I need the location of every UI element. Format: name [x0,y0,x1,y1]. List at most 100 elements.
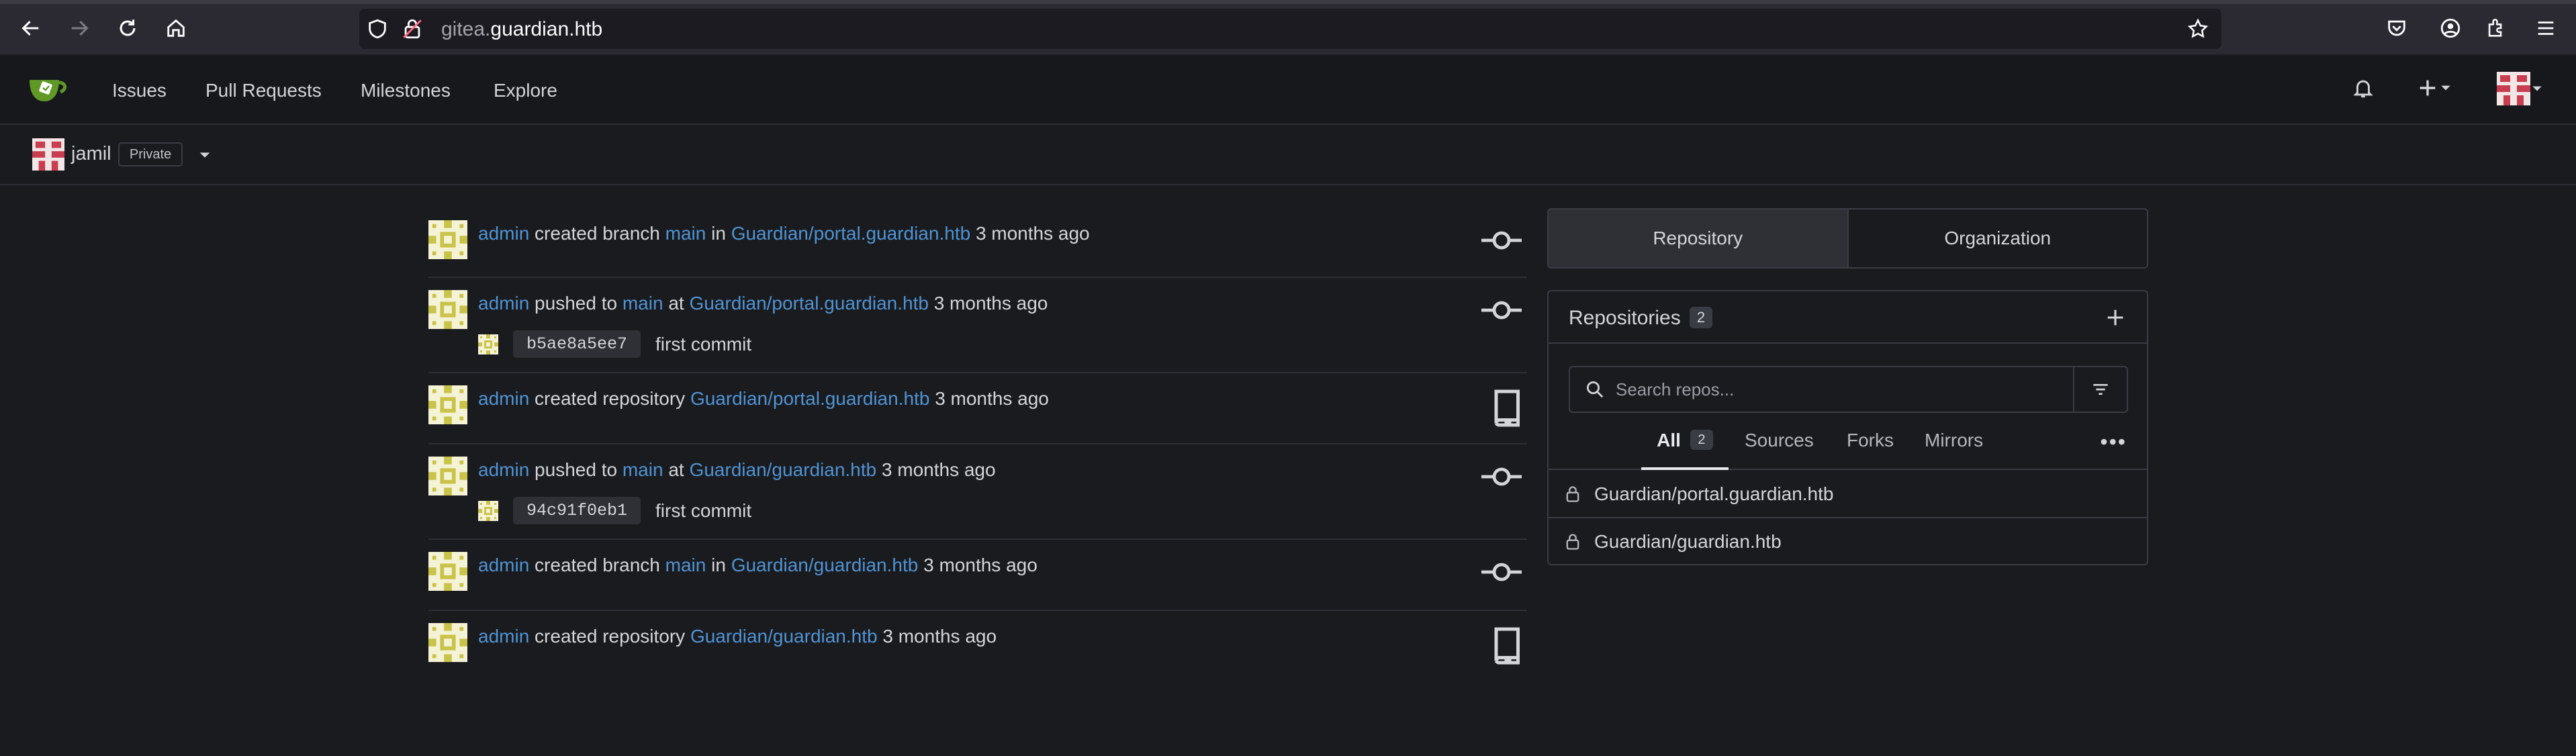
repo-search-input[interactable] [1616,377,2032,402]
action-verb: created branch [535,555,660,575]
filter-icon [2093,384,2108,395]
repositories-panel: Repositories 2 All 2 Sources Forks Mirro… [1547,290,2148,565]
feed-text: admin created branch main in Guardian/po… [478,223,1090,244]
context-switch-caret-icon[interactable] [197,148,212,162]
url-subdomain: gitea. [441,18,491,40]
more-filters-button[interactable]: ••• [2100,430,2127,455]
commit-message: first commit [655,333,752,355]
feed-text: admin created repository Guardian/portal… [478,388,1049,410]
repo-filter-button[interactable] [2073,367,2127,412]
actor-avatar[interactable] [428,623,467,662]
committer-avatar[interactable] [478,500,498,521]
actor-avatar[interactable] [428,385,467,424]
tab-repository[interactable]: Repository [1549,209,1849,267]
context-avatar[interactable] [32,138,64,171]
new-repo-plus-icon[interactable] [2104,306,2127,329]
feed-item: admin created branch main in Guardian/gu… [428,540,1527,611]
repo-type-tabs: All 2 Sources Forks Mirrors ••• [1549,423,2147,470]
repo-link[interactable]: Guardian/guardian.htb [689,459,876,480]
reload-button[interactable] [111,12,144,44]
actor-link[interactable]: admin [478,388,529,409]
tab-organization[interactable]: Organization [1849,209,2148,267]
action-verb: pushed to [535,459,618,480]
bookmark-star-icon[interactable] [2187,17,2209,40]
action-verb: created repository [535,626,686,647]
context-username[interactable]: jamil [71,143,111,165]
extensions-icon[interactable] [2485,17,2508,40]
nav-explore[interactable]: Explore [494,80,557,101]
branch-link[interactable]: main [665,555,706,575]
activity-feed: admin created branch main in Guardian/po… [428,208,1527,671]
gitea-logo-icon[interactable] [27,72,70,107]
screen: { "browser": { "url_sub": "gitea.", "url… [0,0,2576,756]
branch-link[interactable]: main [665,223,706,244]
nav-milestones[interactable]: Milestones [361,80,451,101]
repo-link[interactable]: Guardian/portal.guardian.htb [731,223,970,244]
action-verb: created branch [535,223,660,244]
nav-pull-requests[interactable]: Pull Requests [205,80,322,101]
actor-link[interactable]: admin [478,293,529,314]
actor-avatar[interactable] [428,290,467,329]
actor-avatar[interactable] [428,220,467,259]
actor-link[interactable]: admin [478,626,529,647]
forward-button[interactable] [63,12,95,44]
repo-list-item[interactable]: Guardian/portal.guardian.htb [1549,471,2147,518]
feed-item: admin created repository Guardian/guardi… [428,611,1527,671]
repo-name[interactable]: Guardian/guardian.htb [1594,531,1782,553]
pocket-icon[interactable] [2385,17,2408,40]
notifications-button[interactable] [2352,75,2375,101]
branch-link[interactable]: main [623,459,663,480]
address-bar[interactable]: gitea.guardian.htb [359,9,2221,49]
actor-avatar[interactable] [428,552,467,591]
actor-avatar[interactable] [428,457,467,495]
timestamp: 3 months ago [933,293,1048,314]
user-menu-button[interactable] [2497,72,2544,105]
nav-issues[interactable]: Issues [112,80,167,101]
timestamp: 3 months ago [935,388,1049,409]
branch-link[interactable]: main [623,293,663,314]
menu-icon[interactable] [2534,17,2557,40]
preposition: at [668,293,684,314]
repo-filter-forks[interactable]: Forks [1847,423,1894,470]
repo-link[interactable]: Guardian/portal.guardian.htb [689,293,928,314]
search-icon [1587,381,1604,398]
timestamp: 3 months ago [881,459,996,480]
home-icon [167,19,185,37]
commit-sha-link[interactable]: 94c91f0eb1 [513,497,641,524]
feed-text: admin pushed to main at Guardian/guardia… [478,459,996,481]
repo-filter-all-count: 2 [1690,430,1713,450]
user-avatar [2497,72,2530,105]
action-verb: pushed to [535,293,618,314]
commit-icon [1481,467,1522,486]
actor-link[interactable]: admin [478,459,529,480]
lock-icon [1566,486,1579,502]
back-button[interactable] [15,12,47,44]
repo-filter-sources[interactable]: Sources [1745,423,1814,470]
timestamp: 3 months ago [923,555,1038,575]
home-button[interactable] [160,12,192,44]
repositories-count-badge: 2 [1690,307,1712,328]
repo-link[interactable]: Guardian/guardian.htb [690,626,878,647]
repo-filter-all[interactable]: All 2 [1641,423,1729,470]
commit-row: b5ae8a5ee7 first commit [478,330,751,358]
dashboard-tabs: Repository Organization [1547,208,2148,269]
commit-sha-link[interactable]: b5ae8a5ee7 [513,330,641,358]
actor-link[interactable]: admin [478,223,529,244]
preposition: at [668,459,684,480]
create-new-button[interactable] [2416,75,2452,101]
commit-icon [1481,563,1522,581]
forward-arrow-icon [71,20,89,36]
account-icon[interactable] [2439,17,2462,40]
feed-text: admin created repository Guardian/guardi… [478,626,997,647]
repo-filter-mirrors[interactable]: Mirrors [1925,423,1983,470]
actor-link[interactable]: admin [478,555,529,575]
repo-name[interactable]: Guardian/portal.guardian.htb [1594,483,1833,505]
repo-list-item[interactable]: Guardian/guardian.htb [1549,518,2147,565]
commit-message: first commit [655,500,752,521]
private-badge: Private [118,142,183,167]
repo-link[interactable]: Guardian/guardian.htb [731,555,919,575]
committer-avatar[interactable] [478,334,498,355]
url-domain: guardian.htb [490,18,603,40]
url-text: gitea.guardian.htb [441,18,602,41]
repo-link[interactable]: Guardian/portal.guardian.htb [690,388,929,409]
